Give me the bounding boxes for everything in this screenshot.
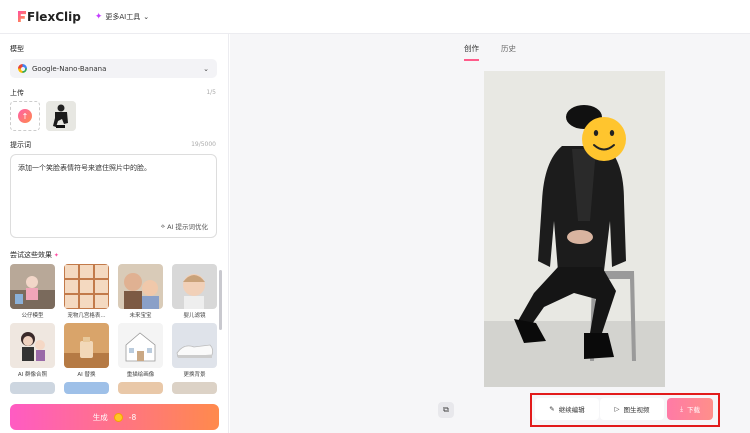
tab-create[interactable]: 创作 bbox=[464, 43, 479, 61]
effect-thumbnail bbox=[172, 382, 217, 394]
chevron-down-icon: ⌄ bbox=[143, 12, 150, 21]
magic-wand-icon: ⟡ bbox=[160, 221, 166, 230]
google-icon bbox=[18, 64, 27, 73]
effect-thumbnail bbox=[172, 264, 217, 309]
effect-thumbnail bbox=[64, 264, 109, 309]
effect-caption: 未来宝宝 bbox=[129, 313, 152, 319]
chevron-down-icon: ⌄ bbox=[203, 64, 209, 73]
more-ai-tools-menu[interactable]: ✦ 更多AI工具 ⌄ bbox=[95, 12, 149, 22]
effects-scrollbar[interactable] bbox=[219, 270, 222, 330]
prompt-label: 提示词 bbox=[10, 141, 31, 149]
ai-optimize-button[interactable]: ⟡ AI 提示词优化 bbox=[160, 221, 208, 232]
model-value: Google-Nano-Banana bbox=[32, 64, 107, 73]
preview-area: 创作 历史 ⧉ ✎ 继续编辑 ▷ 图生视频 ⤓ 下载 bbox=[230, 34, 750, 433]
model-select[interactable]: Google-Nano-Banana ⌄ bbox=[10, 59, 217, 78]
uploaded-image-thumbnail[interactable] bbox=[46, 101, 76, 131]
effect-thumbnail bbox=[118, 264, 163, 309]
left-panel: 模型 Google-Nano-Banana ⌄ 上传 1/5 ↑ 提示词 19/… bbox=[0, 34, 229, 433]
effect-caption: 婴儿滤镜 bbox=[183, 313, 206, 319]
effects-label: 尝试这些效果 ✦ bbox=[10, 251, 59, 259]
logo-text: FlexClip bbox=[27, 9, 81, 24]
generate-label: 生成 bbox=[92, 412, 108, 422]
effect-card[interactable]: AI 替换 bbox=[64, 323, 109, 378]
prompt-text: 添加一个笑脸表情符号来遮住照片中的脸。 bbox=[18, 164, 151, 172]
effect-thumbnail bbox=[10, 264, 55, 309]
effect-card[interactable]: 婴儿滤镜 bbox=[172, 264, 217, 319]
effect-card[interactable] bbox=[10, 382, 55, 394]
effect-card[interactable] bbox=[172, 382, 217, 394]
effects-grid: 公仔模型 宠物几宫格表... 未来宝宝 婴儿滤镜 AI 群像合照 AI 替换 重… bbox=[10, 264, 220, 394]
effect-card[interactable]: 宠物几宫格表... bbox=[64, 264, 109, 319]
effect-card[interactable]: 未来宝宝 bbox=[118, 264, 163, 319]
top-bar: FlexClip ✦ 更多AI工具 ⌄ bbox=[0, 0, 750, 34]
tab-history[interactable]: 历史 bbox=[501, 43, 516, 61]
generate-button[interactable]: 生成 -8 bbox=[10, 404, 219, 430]
model-label: 模型 bbox=[10, 45, 24, 53]
copy-icon[interactable]: ⧉ bbox=[438, 402, 454, 418]
highlight-box bbox=[530, 393, 720, 427]
upload-label: 上传 bbox=[10, 89, 24, 97]
generate-cost: -8 bbox=[128, 412, 137, 422]
effect-card[interactable] bbox=[64, 382, 109, 394]
prompt-count: 19/5000 bbox=[191, 141, 216, 148]
logo-mark-icon bbox=[18, 11, 26, 22]
effect-thumbnail bbox=[10, 382, 55, 394]
generated-image bbox=[484, 71, 665, 387]
ai-tools-label: 更多AI工具 bbox=[105, 12, 141, 21]
effect-caption: 公仔模型 bbox=[21, 313, 44, 319]
sparkle-icon: ✦ bbox=[94, 11, 103, 22]
upload-count: 1/5 bbox=[206, 89, 216, 96]
upload-arrow-icon: ↑ bbox=[18, 109, 32, 123]
effect-thumbnail bbox=[118, 382, 163, 394]
effect-card[interactable] bbox=[118, 382, 163, 394]
effect-thumbnail bbox=[64, 382, 109, 394]
effect-thumbnail bbox=[10, 323, 55, 368]
effect-caption: 宠物几宫格表... bbox=[67, 313, 106, 319]
effect-thumbnail bbox=[172, 323, 217, 368]
coin-icon bbox=[113, 412, 123, 422]
upload-button[interactable]: ↑ bbox=[10, 101, 40, 131]
effect-caption: AI 替换 bbox=[77, 372, 96, 378]
effect-caption: 重描绘画像 bbox=[126, 372, 155, 378]
prompt-textarea[interactable]: 添加一个笑脸表情符号来遮住照片中的脸。 ⟡ AI 提示词优化 bbox=[10, 154, 217, 238]
effect-caption: 更换背景 bbox=[183, 372, 206, 378]
effect-card[interactable]: 重描绘画像 bbox=[118, 323, 163, 378]
flexclip-logo[interactable]: FlexClip bbox=[18, 10, 81, 24]
effect-card[interactable]: 公仔模型 bbox=[10, 264, 55, 319]
effect-card[interactable]: 更换背景 bbox=[172, 323, 217, 378]
effect-card[interactable]: AI 群像合照 bbox=[10, 323, 55, 378]
tab-bar: 创作 历史 bbox=[230, 43, 750, 61]
effect-thumbnail bbox=[64, 323, 109, 368]
optimize-label: AI 提示词优化 bbox=[167, 223, 208, 231]
effect-caption: AI 群像合照 bbox=[17, 372, 48, 378]
effect-thumbnail bbox=[118, 323, 163, 368]
